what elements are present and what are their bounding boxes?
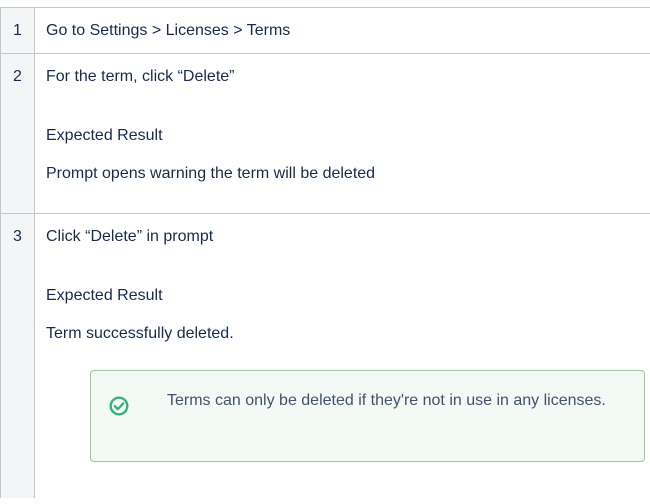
success-note-text: Terms can only be deleted if they're not… [167, 392, 606, 409]
check-circle-icon [109, 396, 129, 416]
expected-result-label: Expected Result [46, 127, 163, 144]
step-content: For the term, click “Delete” Expected Re… [34, 53, 650, 214]
step-content: Go to Settings > Licenses > Terms [34, 7, 650, 54]
step-action: Go to Settings > Licenses > Terms [46, 22, 291, 39]
step-number: 1 [0, 7, 35, 54]
step-action: Click “Delete” in prompt [46, 228, 214, 245]
step-row: 3 Click “Delete” in prompt Expected Resu… [0, 213, 650, 498]
test-steps-table: 1 Go to Settings > Licenses > Terms 2 Fo… [0, 7, 650, 498]
success-note-panel: Terms can only be deleted if they're not… [90, 370, 645, 462]
step-number: 3 [0, 213, 35, 498]
step-row: 2 For the term, click “Delete” Expected … [0, 53, 650, 214]
expected-result-text: Term successfully deleted. [46, 325, 234, 342]
step-number: 2 [0, 53, 35, 214]
step-action: For the term, click “Delete” [46, 68, 235, 85]
expected-result-text: Prompt opens warning the term will be de… [46, 165, 376, 182]
step-row: 1 Go to Settings > Licenses > Terms [0, 7, 650, 54]
step-content: Click “Delete” in prompt Expected Result… [34, 213, 650, 498]
expected-result-label: Expected Result [46, 287, 163, 304]
